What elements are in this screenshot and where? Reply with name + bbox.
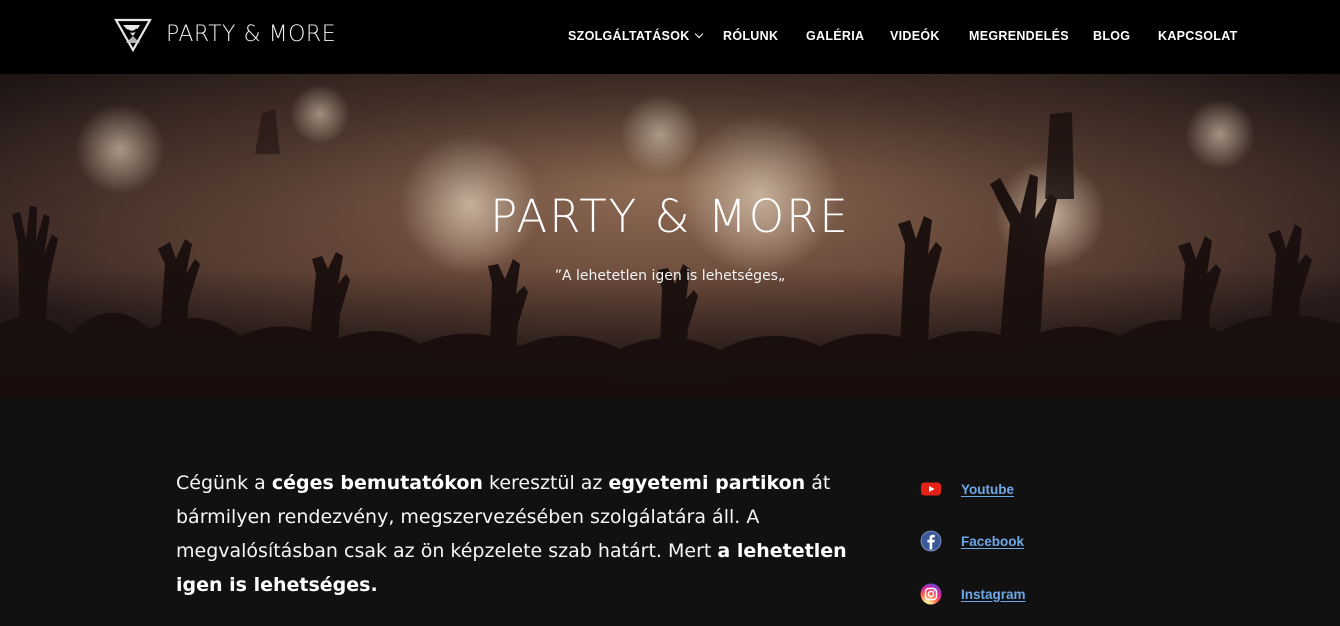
top-navbar: PARTY & MORE SZOLGÁLTATÁSOK RÓLUNK GALÉR… bbox=[0, 0, 1340, 74]
nav-item-services[interactable]: SZOLGÁLTATÁSOK bbox=[568, 28, 703, 44]
social-row-facebook[interactable]: Facebook bbox=[920, 530, 1024, 552]
nav-item-order[interactable]: MEGRENDELÉS bbox=[969, 28, 1069, 44]
hero-title: PARTY & MORE bbox=[490, 190, 850, 243]
nav-item-label: SZOLGÁLTATÁSOK bbox=[568, 29, 690, 43]
intro-section: Cégünk a céges bemutatókon keresztül az … bbox=[0, 398, 1340, 626]
brand-logo-link[interactable]: PARTY & MORE bbox=[113, 16, 336, 54]
youtube-icon bbox=[921, 482, 941, 496]
social-row-instagram[interactable]: Instagram bbox=[920, 583, 1026, 605]
social-row-youtube[interactable]: Youtube bbox=[920, 478, 1014, 500]
youtube-link[interactable]: Youtube bbox=[961, 482, 1014, 497]
intro-highlight: céges bemutatókon bbox=[271, 472, 483, 494]
nav-item-contact[interactable]: KAPCSOLAT bbox=[1158, 28, 1238, 44]
instagram-link[interactable]: Instagram bbox=[961, 587, 1026, 602]
nav-item-blog[interactable]: BLOG bbox=[1093, 28, 1130, 44]
facebook-icon bbox=[920, 530, 942, 552]
intro-highlight: egyetemi partikon bbox=[608, 472, 806, 494]
nav-item-about[interactable]: RÓLUNK bbox=[723, 28, 778, 44]
intro-text: keresztül az bbox=[482, 472, 609, 494]
facebook-link[interactable]: Facebook bbox=[961, 534, 1024, 549]
hero-banner: PARTY & MORE ”A lehetetlen igen is lehet… bbox=[0, 74, 1340, 398]
instagram-icon bbox=[920, 583, 942, 605]
intro-text: Cégünk a bbox=[176, 472, 272, 494]
hero-tagline: ”A lehetetlen igen is lehetséges„ bbox=[554, 268, 786, 284]
brand-name: PARTY & MORE bbox=[166, 22, 337, 47]
nav-item-gallery[interactable]: GALÉRIA bbox=[806, 28, 864, 44]
intro-paragraph: Cégünk a céges bemutatókon keresztül az … bbox=[176, 466, 896, 602]
chevron-down-icon bbox=[694, 29, 703, 39]
triangle-swirl-logo-icon bbox=[114, 18, 152, 53]
nav-item-videos[interactable]: VIDEÓK bbox=[890, 28, 940, 44]
